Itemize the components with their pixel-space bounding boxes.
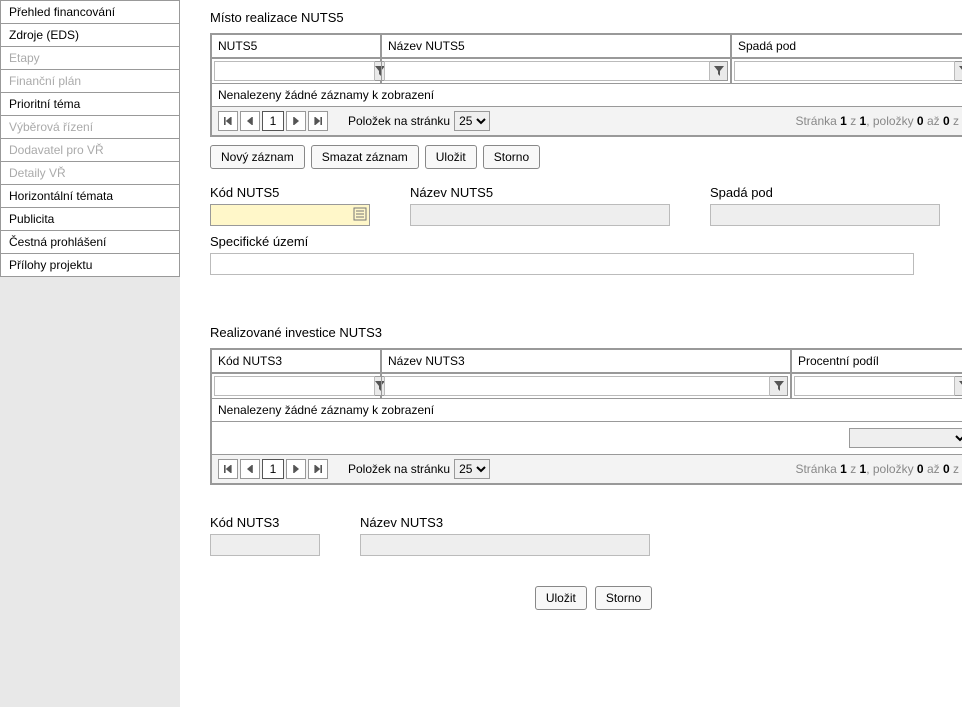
- items-per-page-label: Položek na stránku: [348, 114, 450, 128]
- nazev-nuts5-input: [410, 204, 670, 226]
- grid-nuts3-filter-procentni-input[interactable]: [794, 376, 955, 396]
- grid-nuts5-filter-spada: [731, 58, 962, 84]
- sidebar: Přehled financování Zdroje (EDS) Etapy F…: [0, 0, 180, 707]
- pager-first-button[interactable]: [218, 111, 238, 131]
- items-per-page: Položek na stránku 25: [348, 111, 490, 131]
- grid-nuts5-header-nazev[interactable]: Název NUTS5: [381, 34, 731, 58]
- section2-title: Realizované investice NUTS3: [210, 325, 962, 340]
- spec-uzemi-label: Specifické území: [210, 234, 962, 249]
- filter-icon[interactable]: [710, 61, 728, 81]
- grid-nuts5-filter-row: [211, 58, 962, 84]
- items-per-page-label: Položek na stránku: [348, 462, 450, 476]
- spec-uzemi-group: Specifické území: [210, 234, 962, 275]
- kod-nuts5-input[interactable]: [210, 204, 370, 226]
- pager-page-input[interactable]: [262, 459, 284, 479]
- grid-nuts5-filter-nazev-input[interactable]: [384, 61, 710, 81]
- pager-next-button[interactable]: [286, 459, 306, 479]
- sidebar-item-zdroje-eds[interactable]: Zdroje (EDS): [0, 24, 180, 47]
- pager-page-input[interactable]: [262, 111, 284, 131]
- sidebar-item-financni-plan: Finanční plán: [0, 70, 180, 93]
- items-per-page-select[interactable]: 25: [454, 111, 490, 131]
- section1-title: Místo realizace NUTS5: [210, 10, 962, 25]
- grid-nuts5-filter-nazev: [381, 58, 731, 84]
- save-button[interactable]: Uložit: [425, 145, 477, 169]
- spec-uzemi-input[interactable]: [210, 253, 914, 275]
- grid-nuts3-extra-dropdown[interactable]: [849, 428, 962, 448]
- nazev-nuts3-input: [360, 534, 650, 556]
- sidebar-item-etapy: Etapy: [0, 47, 180, 70]
- section2-form-row: Kód NUTS3 Název NUTS3: [210, 515, 962, 556]
- footer-save-button[interactable]: Uložit: [535, 586, 587, 610]
- filter-icon[interactable]: [770, 376, 788, 396]
- pager-prev-button[interactable]: [240, 459, 260, 479]
- grid-nuts3-header-kod[interactable]: Kód NUTS3: [211, 349, 381, 373]
- grid-nuts3-extra-row: [211, 422, 962, 455]
- grid-nuts3-footer: Položek na stránku 25 Stránka 1 z 1, pol…: [211, 455, 962, 484]
- grid-nuts5-header-spada[interactable]: Spadá pod: [731, 34, 962, 58]
- grid-nuts5-header: NUTS5 Název NUTS5 Spadá pod: [211, 34, 962, 58]
- grid-nuts3-header: Kód NUTS3 Název NUTS3 Procentní podíl: [211, 349, 962, 373]
- nazev-nuts5-label: Název NUTS5: [410, 185, 670, 200]
- spada-pod-input: [710, 204, 940, 226]
- grid-nuts3-header-procentni[interactable]: Procentní podíl: [791, 349, 962, 373]
- page-info: Stránka 1 z 1, položky 0 až 0 z 0: [795, 462, 962, 476]
- page-info: Stránka 1 z 1, položky 0 až 0 z 0: [795, 114, 962, 128]
- grid-nuts3-filter-kod-input[interactable]: [214, 376, 375, 396]
- main-content: Místo realizace NUTS5 NUTS5 Název NUTS5 …: [180, 0, 962, 707]
- sidebar-item-publicita[interactable]: Publicita: [0, 208, 180, 231]
- pager: [218, 111, 328, 131]
- kod-nuts3-input: [210, 534, 320, 556]
- cancel-button[interactable]: Storno: [483, 145, 540, 169]
- grid-nuts5-filter-nuts5: [211, 58, 381, 84]
- grid-nuts3-empty: Nenalezeny žádné záznamy k zobrazení: [211, 399, 962, 422]
- footer-cancel-button[interactable]: Storno: [595, 586, 652, 610]
- pager-prev-button[interactable]: [240, 111, 260, 131]
- filter-icon[interactable]: [955, 376, 962, 396]
- footer-buttons: Uložit Storno: [210, 586, 962, 610]
- kod-nuts3-label: Kód NUTS3: [210, 515, 320, 530]
- sidebar-item-detaily-vr: Detaily VŘ: [0, 162, 180, 185]
- pager-last-button[interactable]: [308, 459, 328, 479]
- grid-nuts5: NUTS5 Název NUTS5 Spadá pod Nenalezeny ž…: [210, 33, 962, 137]
- new-record-button[interactable]: Nový záznam: [210, 145, 305, 169]
- pager-next-button[interactable]: [286, 111, 306, 131]
- pager: [218, 459, 328, 479]
- sidebar-item-prilohy-projektu[interactable]: Přílohy projektu: [0, 254, 180, 277]
- delete-record-button[interactable]: Smazat záznam: [311, 145, 419, 169]
- grid-nuts3: Kód NUTS3 Název NUTS3 Procentní podíl Ne…: [210, 348, 962, 485]
- pager-first-button[interactable]: [218, 459, 238, 479]
- kod-nuts5-label: Kód NUTS5: [210, 185, 370, 200]
- sidebar-item-vyberova-rizeni: Výběrová řízení: [0, 116, 180, 139]
- spada-pod-label: Spadá pod: [710, 185, 940, 200]
- sidebar-item-horizontalni-temata[interactable]: Horizontální témata: [0, 185, 180, 208]
- filter-icon[interactable]: [955, 61, 962, 81]
- sidebar-item-dodavatel-pro-vr: Dodavatel pro VŘ: [0, 139, 180, 162]
- grid-nuts3-filter-nazev-input[interactable]: [384, 376, 770, 396]
- grid-nuts5-footer: Položek na stránku 25 Stránka 1 z 1, pol…: [211, 107, 962, 136]
- grid-nuts3-header-nazev[interactable]: Název NUTS3: [381, 349, 791, 373]
- grid-nuts5-header-nuts5[interactable]: NUTS5: [211, 34, 381, 58]
- section1-form-row1: Kód NUTS5 Název NUTS5 Spadá pod: [210, 185, 962, 226]
- pager-last-button[interactable]: [308, 111, 328, 131]
- items-per-page-select[interactable]: 25: [454, 459, 490, 479]
- sidebar-item-prioritni-tema[interactable]: Prioritní téma: [0, 93, 180, 116]
- sidebar-item-cestna-prohlaseni[interactable]: Čestná prohlášení: [0, 231, 180, 254]
- grid-nuts5-filter-nuts5-input[interactable]: [214, 61, 375, 81]
- grid-nuts5-empty: Nenalezeny žádné záznamy k zobrazení: [211, 84, 962, 107]
- nazev-nuts3-label: Název NUTS3: [360, 515, 650, 530]
- section1-buttons: Nový záznam Smazat záznam Uložit Storno: [210, 145, 962, 169]
- sidebar-item-prehled-financovani[interactable]: Přehled financování: [0, 0, 180, 24]
- grid-nuts5-filter-spada-input[interactable]: [734, 61, 955, 81]
